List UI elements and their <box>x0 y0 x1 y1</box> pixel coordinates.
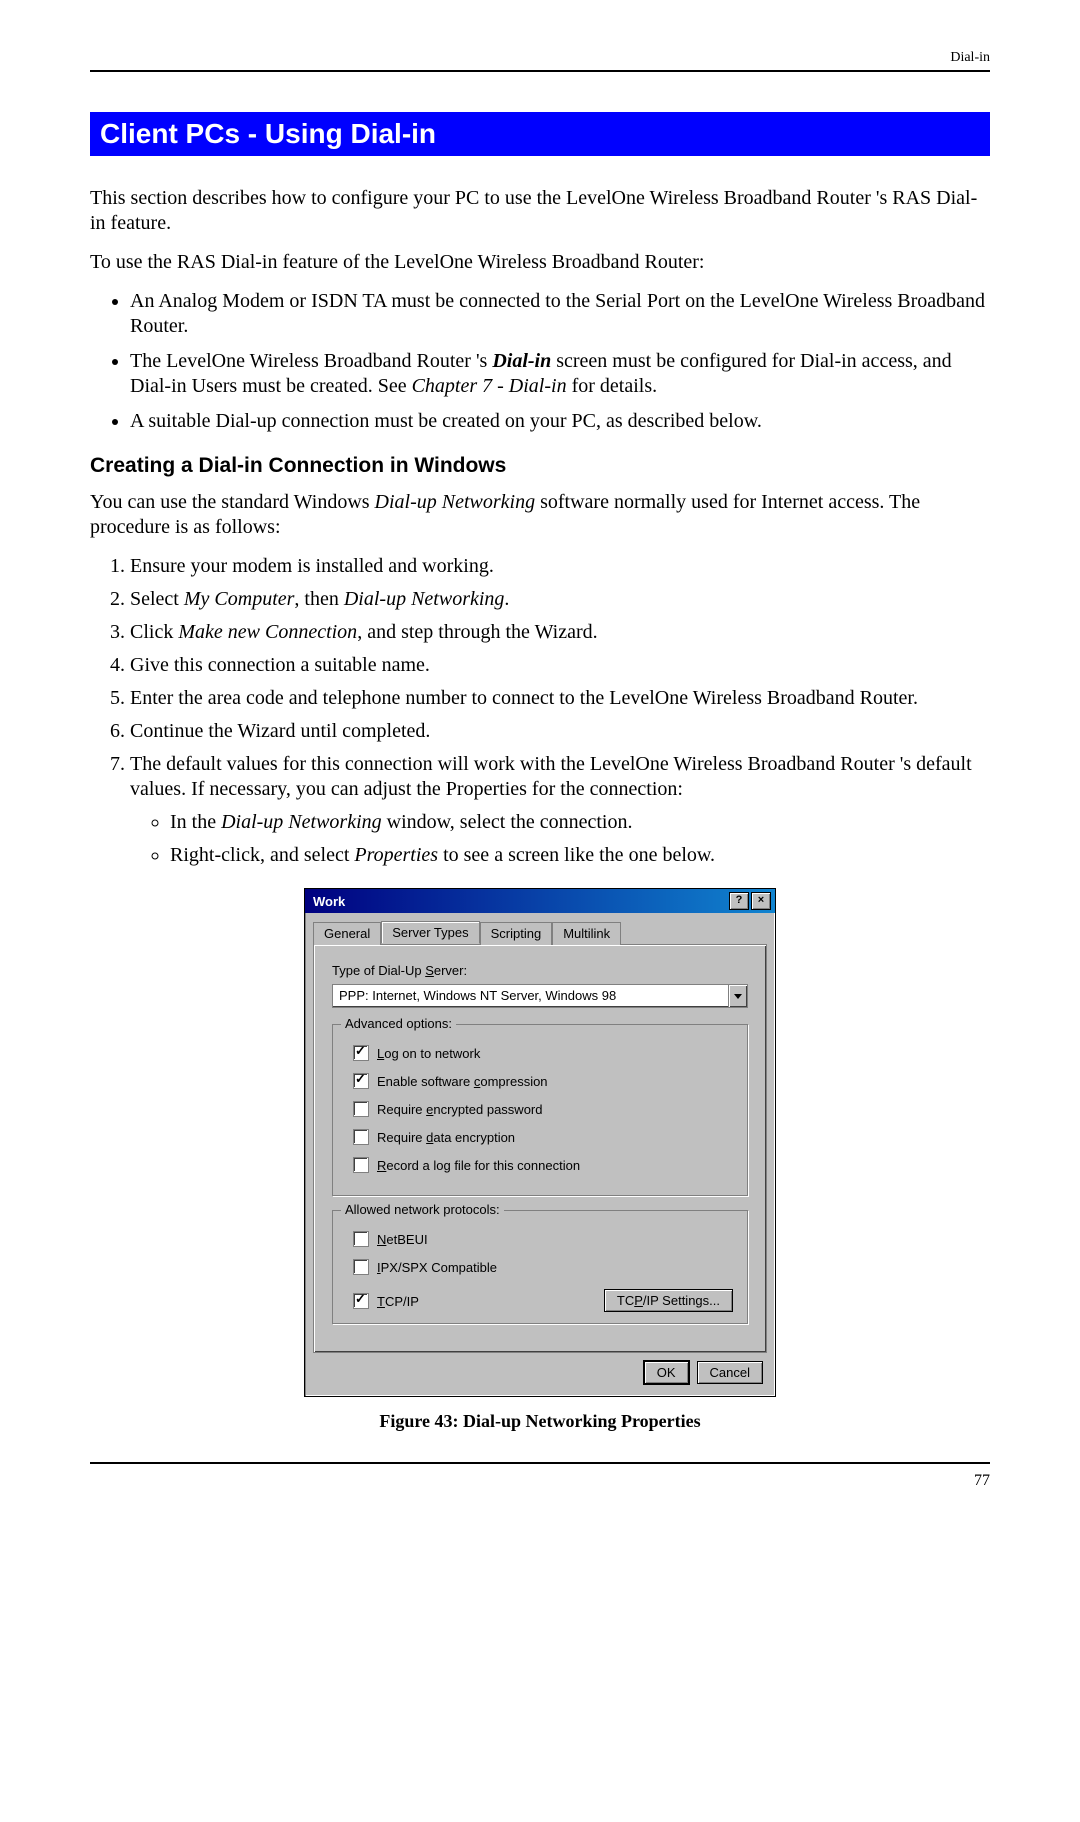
netbeui-label: NetBEUI <box>377 1232 428 1247</box>
network-protocols-group: Allowed network protocols: NetBEUI IPX/S… <box>332 1210 748 1324</box>
encrypted-password-checkbox[interactable] <box>353 1101 369 1117</box>
advanced-options-group: Advanced options: Log on to network Enab… <box>332 1024 748 1196</box>
encrypted-password-label: Require encrypted password <box>377 1102 543 1117</box>
sub-heading: Creating a Dial-in Connection in Windows <box>90 454 990 478</box>
step-3: Click Make new Connection, and step thro… <box>130 620 990 645</box>
log-on-checkbox[interactable] <box>353 1045 369 1061</box>
figure-caption: Figure 43: Dial-up Networking Properties <box>90 1411 990 1432</box>
tabstrip: General Server Types Scripting Multilink <box>305 913 775 944</box>
step-5: Enter the area code and telephone number… <box>130 686 990 711</box>
compression-checkbox[interactable] <box>353 1073 369 1089</box>
network-protocols-legend: Allowed network protocols: <box>341 1202 504 1217</box>
step-6: Continue the Wizard until completed. <box>130 719 990 744</box>
intro-p2: To use the RAS Dial-in feature of the Le… <box>90 250 990 275</box>
cancel-button[interactable]: Cancel <box>697 1361 763 1384</box>
page-number: 77 <box>90 1472 990 1490</box>
compression-label: Enable software compression <box>377 1074 548 1089</box>
step-7-sub-2: Right-click, and select Properties to se… <box>170 843 990 868</box>
netbeui-checkbox[interactable] <box>353 1231 369 1247</box>
rule-bottom <box>90 1462 990 1464</box>
ok-button[interactable]: OK <box>644 1361 689 1384</box>
bullet-2: The LevelOne Wireless Broadband Router '… <box>130 349 990 399</box>
tab-panel: Type of Dial-Up Server: PPP: Internet, W… <box>313 944 767 1353</box>
bullet-1: An Analog Modem or ISDN TA must be conne… <box>130 289 990 339</box>
ipx-label: IPX/SPX Compatible <box>377 1260 497 1275</box>
server-type-combo[interactable]: PPP: Internet, Windows NT Server, Window… <box>332 984 748 1008</box>
header-label: Dial-in <box>90 50 990 66</box>
help-icon[interactable]: ? <box>729 892 749 910</box>
record-log-label: Record a log file for this connection <box>377 1158 580 1173</box>
tab-server-types[interactable]: Server Types <box>381 921 479 944</box>
properties-dialog: Work ? × General Server Types Scripting … <box>304 888 776 1397</box>
log-on-label: Log on to network <box>377 1046 480 1061</box>
server-type-label: Type of Dial-Up Server: <box>332 963 748 978</box>
tab-multilink[interactable]: Multilink <box>552 922 621 945</box>
dialog-title: Work <box>309 894 727 909</box>
data-encryption-label: Require data encryption <box>377 1130 515 1145</box>
tcpip-checkbox[interactable] <box>353 1293 369 1309</box>
step-4: Give this connection a suitable name. <box>130 653 990 678</box>
server-type-value: PPP: Internet, Windows NT Server, Window… <box>333 985 728 1007</box>
data-encryption-checkbox[interactable] <box>353 1129 369 1145</box>
step-7: The default values for this connection w… <box>130 752 990 868</box>
advanced-options-legend: Advanced options: <box>341 1016 456 1031</box>
step-7-sub-1: In the Dial-up Networking window, select… <box>170 810 990 835</box>
tab-general[interactable]: General <box>313 922 381 945</box>
sub-intro: You can use the standard Windows Dial-up… <box>90 490 990 540</box>
step-2: Select My Computer, then Dial-up Network… <box>130 587 990 612</box>
section-banner: Client PCs - Using Dial-in <box>90 112 990 156</box>
close-icon[interactable]: × <box>751 892 771 910</box>
intro-p1: This section describes how to configure … <box>90 186 990 236</box>
bullet-3: A suitable Dial-up connection must be cr… <box>130 409 990 434</box>
tcpip-label: TCP/IP <box>377 1294 419 1309</box>
step-1: Ensure your modem is installed and worki… <box>130 554 990 579</box>
rule-top <box>90 70 990 72</box>
dialog-titlebar[interactable]: Work ? × <box>305 889 775 913</box>
tcpip-settings-button[interactable]: TCP/IP Settings... <box>604 1289 733 1312</box>
record-log-checkbox[interactable] <box>353 1157 369 1173</box>
chevron-down-icon[interactable] <box>728 985 747 1007</box>
ipx-checkbox[interactable] <box>353 1259 369 1275</box>
tab-scripting[interactable]: Scripting <box>480 922 553 945</box>
